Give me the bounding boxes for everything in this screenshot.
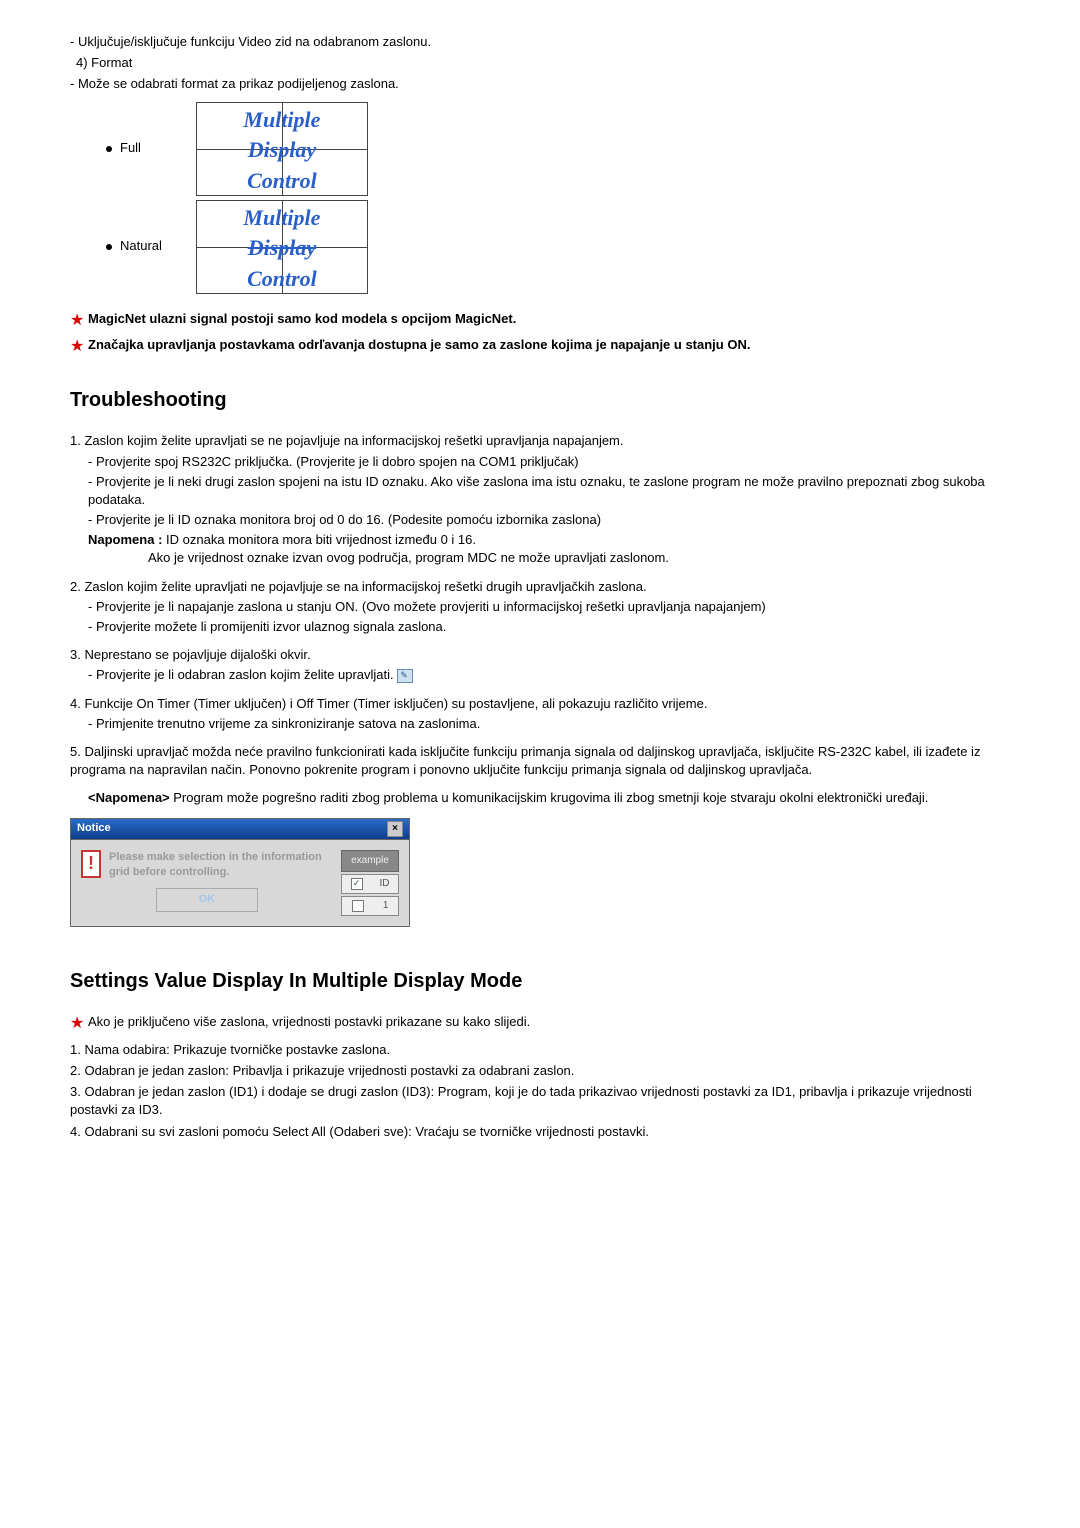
ts-item-1b: - Provjerite je li neki drugi zaslon spo… — [88, 473, 1010, 509]
ts-item-1c: - Provjerite je li ID oznaka monitora br… — [88, 511, 1010, 529]
note-label: <Napomena> — [88, 790, 173, 805]
notice-dialog: Notice × ! Please make selection in the … — [70, 818, 410, 927]
ok-button[interactable]: OK — [156, 888, 258, 911]
ts-item-3a-text: - Provjerite je li odabran zaslon kojim … — [88, 667, 394, 682]
troubleshooting-heading: Troubleshooting — [70, 386, 1010, 414]
id-header-row: ✓ ID — [341, 874, 399, 894]
id-row: 1 — [341, 896, 399, 916]
id-label: ID — [380, 877, 390, 891]
mdc-text: Control — [197, 166, 367, 197]
note-text: ID oznaka monitora mora biti vrijednost … — [166, 532, 476, 547]
ts-item-5-note: <Napomena> Program može pogrešno raditi … — [88, 789, 1010, 807]
notice-title-text: Notice — [77, 821, 111, 837]
note-label: Napomena : — [88, 532, 166, 547]
format-examples: Full Multiple Display Control Natural — [70, 100, 374, 296]
settings-l2: 2. Odabran je jedan zaslon: Pribavlja i … — [70, 1062, 1010, 1080]
ts-item-1a: - Provjerite spoj RS232C priključka. (Pr… — [88, 453, 1010, 471]
ts-item-2a: - Provjerite je li napajanje zaslona u s… — [88, 598, 1010, 616]
mdc-text: Display — [197, 135, 367, 166]
star-icon: ★ — [70, 310, 88, 332]
document-root: - Uključuje/isključuje funkciju Video zi… — [70, 33, 1010, 1141]
ts-item-1: 1. Zaslon kojim želite upravljati se ne … — [70, 432, 1010, 450]
settings-star-note: ★ Ako je priključeno više zaslona, vrije… — [70, 1013, 1010, 1035]
full-label: Full — [120, 139, 141, 157]
edit-icon — [397, 669, 413, 683]
natural-label: Natural — [120, 237, 162, 255]
checkbox-checked-icon[interactable]: ✓ — [351, 878, 363, 890]
settings-heading: Settings Value Display In Multiple Displ… — [70, 967, 1010, 995]
ts-item-4a: - Primjenite trenutno vrijeme za sinkron… — [88, 715, 1010, 733]
example-button[interactable]: example — [341, 850, 399, 872]
mdc-text: Multiple — [197, 105, 367, 136]
ts-item-2: 2. Zaslon kojim želite upravljati ne poj… — [70, 578, 1010, 596]
mdc-text: Multiple — [197, 203, 367, 234]
bullet-icon — [106, 146, 112, 152]
settings-l3: 3. Odabran je jedan zaslon (ID1) i dodaj… — [70, 1083, 1010, 1119]
notice-message-text: Please make selection in the information… — [109, 850, 333, 881]
ts-item-4: 4. Funkcije On Timer (Timer uključen) i … — [70, 695, 1010, 713]
notice-titlebar: Notice × — [70, 818, 410, 840]
note-text: Program može pogrešno raditi zbog proble… — [173, 790, 928, 805]
warning-icon: ! — [81, 850, 101, 878]
mdc-text: Control — [197, 264, 367, 295]
ts-item-5: 5. Daljinski upravljač možda neće pravil… — [70, 743, 1010, 779]
checkbox-icon[interactable] — [352, 900, 364, 912]
ts-item-1-note2: Ako je vrijednost oznake izvan ovog podr… — [148, 549, 1010, 567]
ts-item-3a: - Provjerite je li odabran zaslon kojim … — [88, 666, 1010, 684]
notice-message: ! Please make selection in the informati… — [81, 850, 333, 881]
star-icon: ★ — [70, 336, 88, 358]
bullet-full: Full — [76, 139, 162, 157]
notice-side-panel: example ✓ ID 1 — [341, 850, 399, 916]
settings-star-text: Ako je priključeno više zaslona, vrijedn… — [88, 1013, 1010, 1031]
star-note-1: ★ MagicNet ulazni signal postoji samo ko… — [70, 310, 1010, 332]
format-heading: 4) Format — [76, 54, 1010, 72]
close-icon[interactable]: × — [387, 821, 403, 837]
star-note-2: ★ Značajka upravljanja postavkama odrľav… — [70, 336, 1010, 358]
ts-item-1-note: Napomena : ID oznaka monitora mora biti … — [88, 531, 1010, 549]
video-wall-desc: - Uključuje/isključuje funkciju Video zi… — [70, 33, 1010, 51]
format-desc: - Može se odabrati format za prikaz podi… — [70, 75, 1010, 93]
full-format-illustration: Multiple Display Control — [196, 102, 368, 196]
settings-l1: 1. Nama odabira: Prikazuje tvorničke pos… — [70, 1041, 1010, 1059]
bullet-icon — [106, 244, 112, 250]
natural-format-illustration: Multiple Display Control — [196, 200, 368, 294]
star-text: Značajka upravljanja postavkama odrľavan… — [88, 336, 1010, 354]
bullet-natural: Natural — [76, 237, 162, 255]
mdc-text: Display — [197, 233, 367, 264]
star-icon: ★ — [70, 1013, 88, 1035]
ts-item-2b: - Provjerite možete li promijeniti izvor… — [88, 618, 1010, 636]
ts-item-3: 3. Neprestano se pojavljuje dijaloški ok… — [70, 646, 1010, 664]
settings-l4: 4. Odabrani su svi zasloni pomoću Select… — [70, 1123, 1010, 1141]
id-value: 1 — [383, 899, 389, 913]
star-text: MagicNet ulazni signal postoji samo kod … — [88, 310, 1010, 328]
